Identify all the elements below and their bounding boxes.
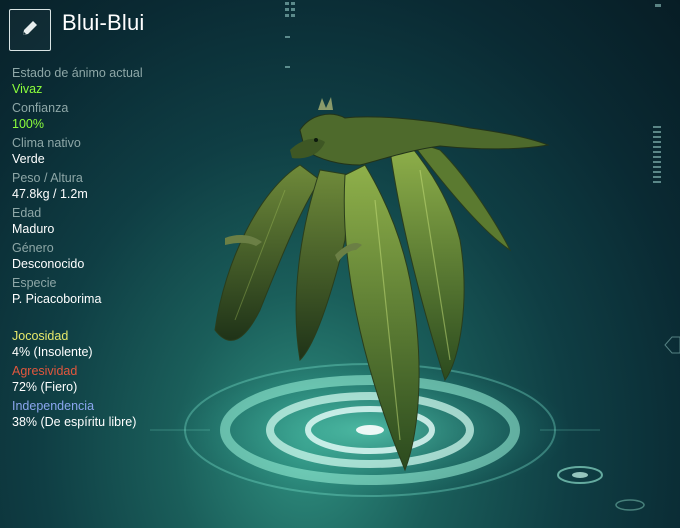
stat-value: Desconocido bbox=[12, 257, 85, 271]
stat-age: Edad Maduro bbox=[12, 206, 212, 237]
stat-value: 100% bbox=[12, 117, 44, 131]
edit-name-button[interactable] bbox=[9, 9, 51, 51]
stat-species: Especie P. Picacoborima bbox=[12, 276, 212, 307]
trait-label: Independencia bbox=[12, 399, 95, 413]
stat-trust: Confianza 100% bbox=[12, 101, 212, 132]
trait-value: 38% (De espíritu libre) bbox=[12, 415, 137, 429]
stat-mood: Estado de ánimo actual Vivaz bbox=[12, 66, 212, 97]
stat-label: Especie bbox=[12, 276, 57, 290]
stat-native-climate: Clima nativo Verde bbox=[12, 136, 212, 167]
stat-gender: Género Desconocido bbox=[12, 241, 212, 272]
stat-value: P. Picacoborima bbox=[12, 292, 102, 306]
trait-playfulness: Jocosidad 4% (Insolente) bbox=[12, 329, 212, 360]
creature-name: Blui-Blui bbox=[62, 10, 145, 35]
stat-label: Peso / Altura bbox=[12, 171, 83, 185]
creature-stats: Estado de ánimo actual Vivaz Confianza 1… bbox=[12, 66, 212, 311]
stat-weight-height: Peso / Altura 47.8kg / 1.2m bbox=[12, 171, 212, 202]
stat-label: Género bbox=[12, 241, 54, 255]
stat-label: Estado de ánimo actual bbox=[12, 66, 143, 80]
trait-aggression: Agresividad 72% (Fiero) bbox=[12, 364, 212, 395]
stat-label: Confianza bbox=[12, 101, 69, 115]
trait-value: 4% (Insolente) bbox=[12, 345, 93, 359]
trait-value: 72% (Fiero) bbox=[12, 380, 78, 394]
creature-traits: Jocosidad 4% (Insolente) Agresividad 72%… bbox=[12, 329, 212, 434]
stat-value: Vivaz bbox=[12, 82, 43, 96]
stat-label: Clima nativo bbox=[12, 136, 81, 150]
trait-label: Jocosidad bbox=[12, 329, 69, 343]
pencil-icon bbox=[19, 17, 41, 44]
trait-independence: Independencia 38% (De espíritu libre) bbox=[12, 399, 212, 430]
stat-value: 47.8kg / 1.2m bbox=[12, 187, 88, 201]
stat-value: Maduro bbox=[12, 222, 55, 236]
stat-label: Edad bbox=[12, 206, 42, 220]
stat-value: Verde bbox=[12, 152, 45, 166]
trait-label: Agresividad bbox=[12, 364, 78, 378]
